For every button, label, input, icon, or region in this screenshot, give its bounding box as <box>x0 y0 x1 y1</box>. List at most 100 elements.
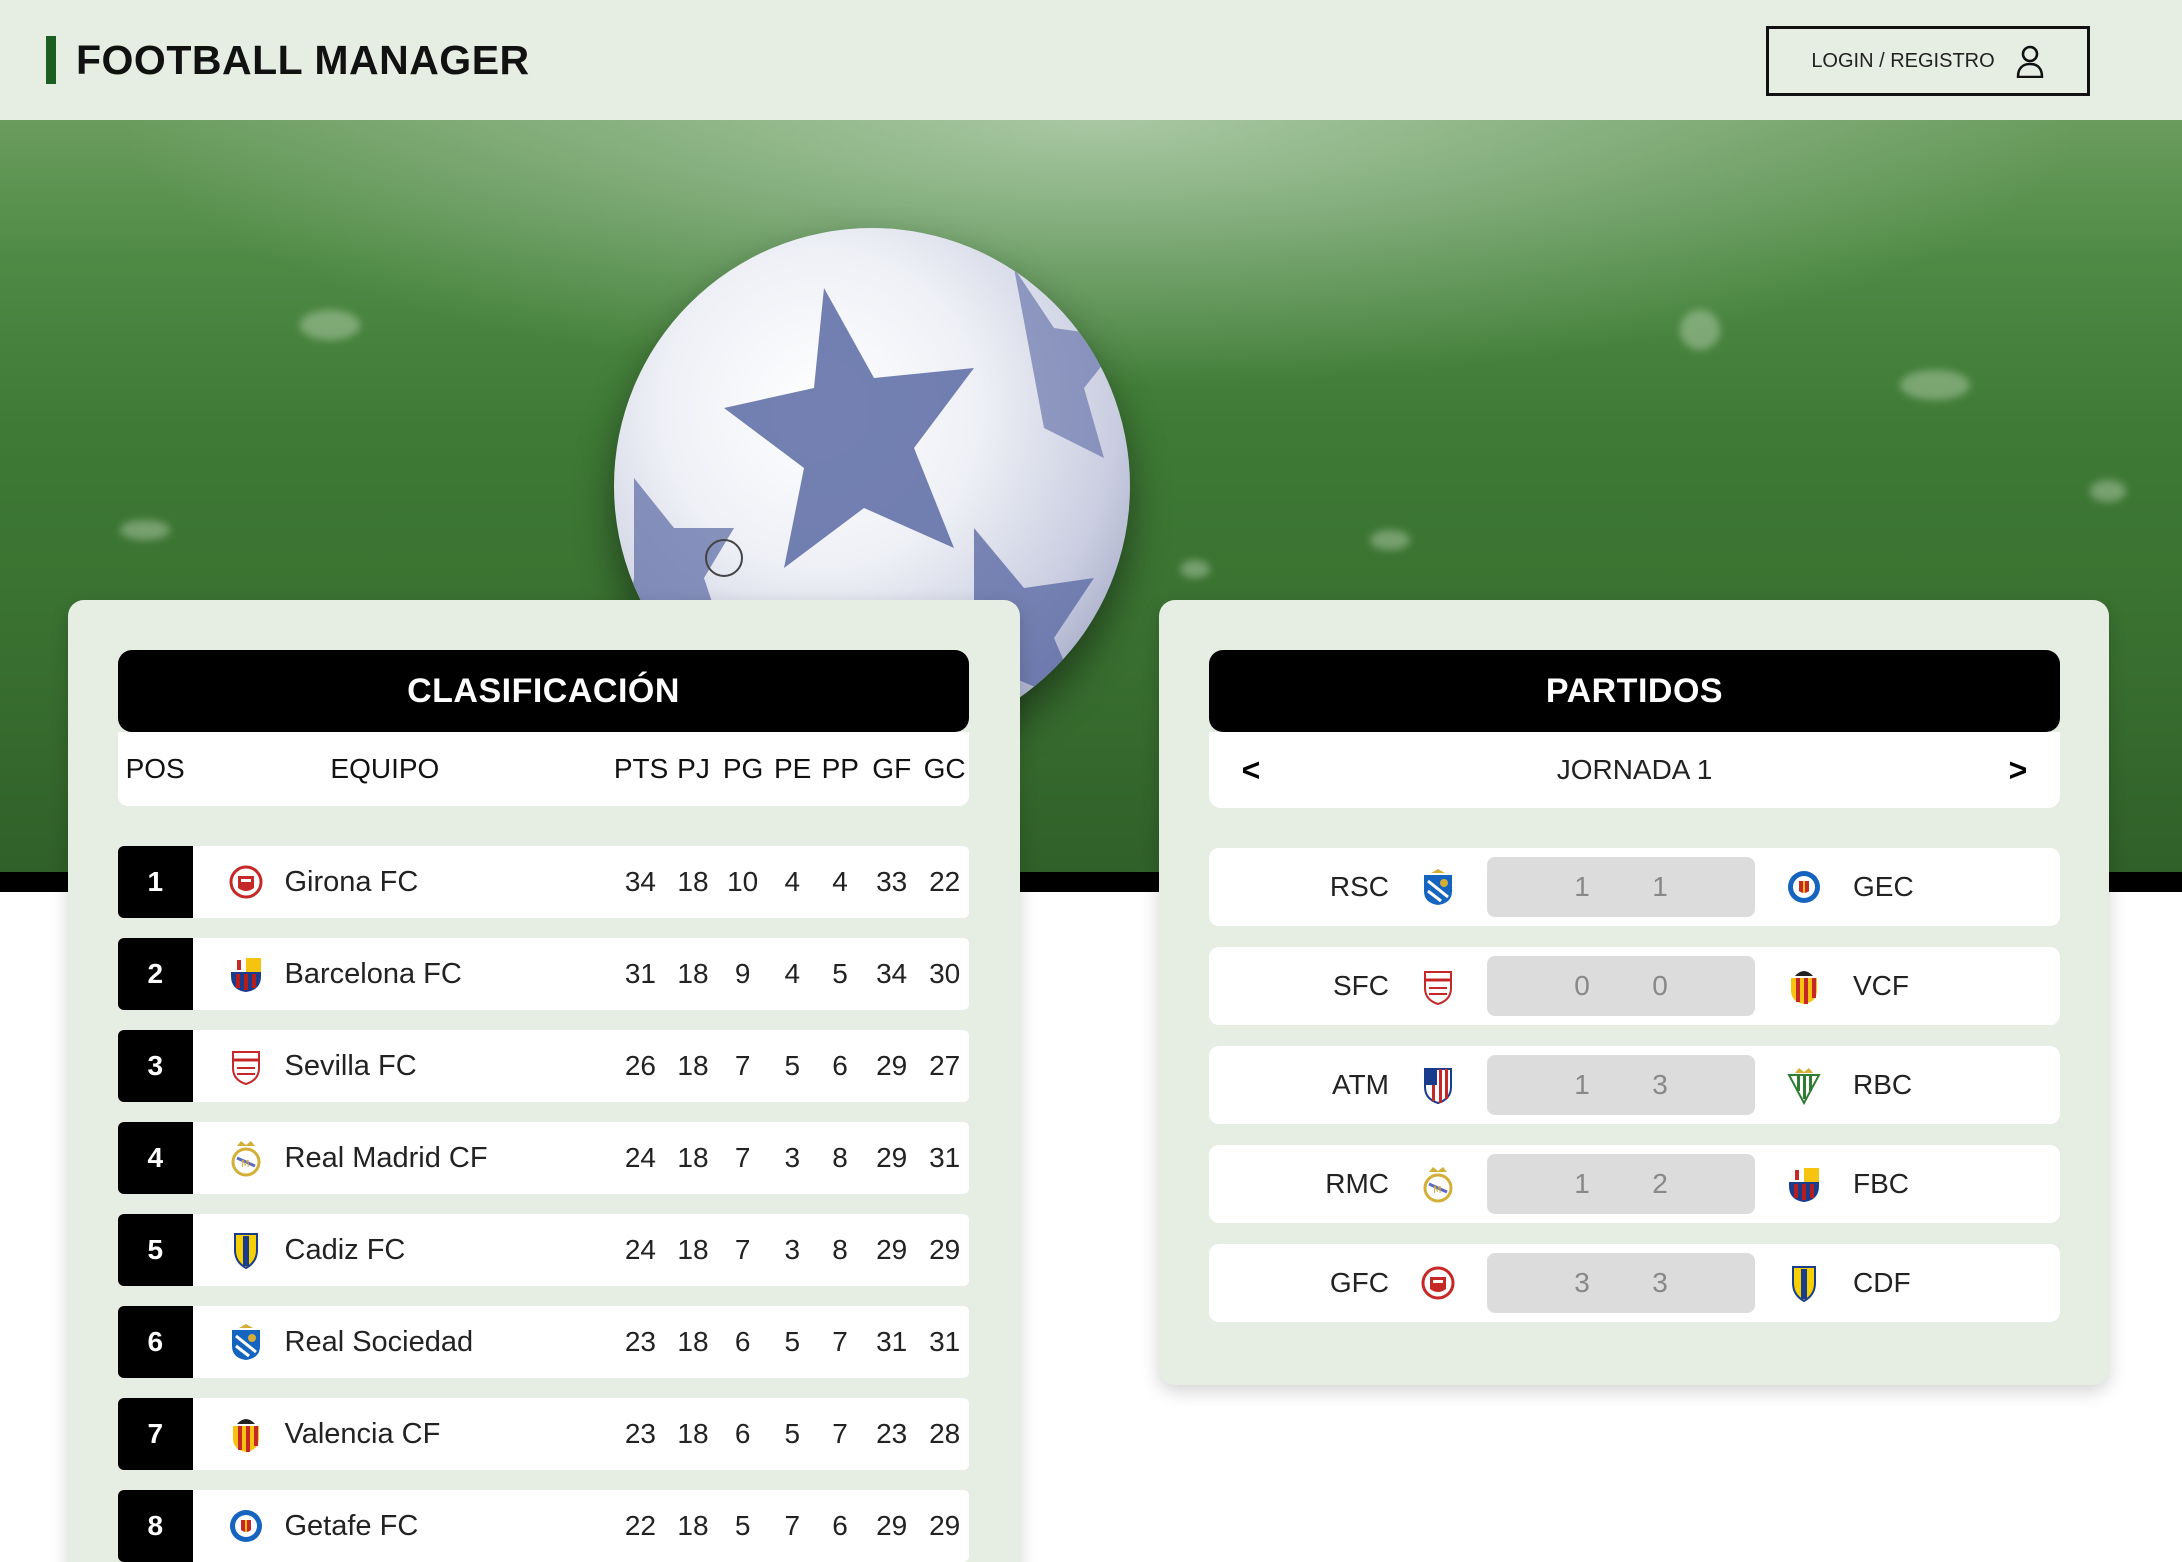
sevilla-crest-icon <box>1424 971 1452 1006</box>
team-name: Barcelona FC <box>284 957 462 990</box>
pg-cell: 5 <box>734 1510 751 1541</box>
col-pg[interactable]: PG <box>718 753 768 785</box>
girona-crest-icon <box>229 865 262 899</box>
gc-cell: 29 <box>929 1510 961 1541</box>
team-name: Valencia CF <box>284 1417 441 1450</box>
table-row[interactable]: 6 Real Sociedad 23 18 6 5 7 31 31 <box>118 1306 969 1378</box>
pg-cell: 6 <box>734 1418 751 1449</box>
pp-cell: 8 <box>832 1234 848 1265</box>
table-row[interactable]: 8 Getafe FC 22 18 5 7 6 29 29 <box>118 1490 969 1562</box>
pj-cell: 18 <box>677 1418 709 1449</box>
table-row[interactable]: 2 Barcelona FC 31 18 9 4 5 34 30 <box>118 938 969 1010</box>
bokeh <box>1680 310 1720 350</box>
getafe-crest-icon <box>229 1510 262 1542</box>
pj-cell: 18 <box>677 1142 709 1173</box>
pe-cell: 5 <box>784 1326 801 1357</box>
col-pe[interactable]: PE <box>768 753 818 785</box>
match-row[interactable]: RMC M 1 2 FBC <box>1209 1145 2060 1223</box>
page: FOOTBALL MANAGER LOGIN / REGISTRO CLASIF… <box>0 0 2182 1562</box>
svg-text:M: M <box>241 1159 250 1170</box>
round-selector: < JORNADA 1 > <box>1209 732 2060 808</box>
pe-cell: 3 <box>784 1234 801 1265</box>
valencia-crest-icon <box>232 1419 259 1452</box>
match-row[interactable]: ATM 1 3 RBC <box>1209 1046 2060 1124</box>
bokeh <box>2090 480 2126 502</box>
away-team: GEC <box>1853 871 1914 902</box>
pts-cell: 31 <box>624 958 657 989</box>
standings-card: CLASIFICACIÓN POS EQUIPO PTS PJ PG PE PP… <box>68 600 1020 1562</box>
barcelona-crest-icon <box>1789 1168 1819 1202</box>
pts-cell: 23 <box>624 1418 657 1449</box>
home-goals: 0 <box>1574 970 1590 1001</box>
match-row[interactable]: GFC 3 3 CDF <box>1209 1244 2060 1322</box>
score-box: 1 3 <box>1487 1055 1755 1115</box>
col-pts[interactable]: PTS <box>613 753 668 785</box>
table-row[interactable]: 4 M Real Madrid CF 24 18 7 3 8 29 31 <box>118 1122 969 1194</box>
gc-cell: 29 <box>929 1234 961 1265</box>
col-pp[interactable]: PP <box>817 753 863 785</box>
away-goals: 1 <box>1652 871 1668 902</box>
pp-cell: 6 <box>832 1050 848 1081</box>
pe-cell: 3 <box>784 1142 801 1173</box>
away-goals: 0 <box>1652 970 1668 1001</box>
team-name: Real Madrid CF <box>284 1141 488 1174</box>
pj-cell: 18 <box>677 958 709 989</box>
prev-round-button[interactable]: < <box>1231 752 1271 789</box>
sevilla-crest-icon <box>231 1051 260 1086</box>
pe-cell: 7 <box>784 1510 801 1541</box>
table-row[interactable]: 5 Cadiz FC 24 18 7 3 8 29 29 <box>118 1214 969 1286</box>
score-box: 1 2 <box>1487 1154 1755 1214</box>
pp-cell: 8 <box>832 1142 848 1173</box>
real-sociedad-crest-icon <box>1424 869 1452 905</box>
home-team: RMC <box>1325 1168 1389 1199</box>
team-name: Cadiz FC <box>284 1233 406 1266</box>
position-badge: 5 <box>118 1214 193 1286</box>
position-badge: 2 <box>118 938 193 1010</box>
round-label: JORNADA 1 <box>1556 754 1713 785</box>
home-team: ATM <box>1331 1069 1389 1100</box>
pp-cell: 5 <box>832 958 848 989</box>
pj-cell: 18 <box>677 1326 709 1357</box>
position-badge: 8 <box>118 1490 193 1562</box>
brand-title: FOOTBALL MANAGER <box>76 36 530 83</box>
position-badge: 1 <box>118 846 193 918</box>
col-team[interactable]: EQUIPO <box>192 753 613 785</box>
atletico-crest-icon <box>1424 1068 1452 1105</box>
login-register-button[interactable]: LOGIN / REGISTRO <box>1766 26 2090 96</box>
col-gc[interactable]: GC <box>920 753 969 785</box>
pe-cell: 5 <box>784 1050 801 1081</box>
table-row[interactable]: 1 Girona FC 34 18 10 4 4 33 22 <box>118 846 969 918</box>
pg-cell: 9 <box>734 958 751 989</box>
table-row[interactable]: 3 Sevilla FC 26 18 7 5 6 29 27 <box>118 1030 969 1102</box>
pg-cell: 6 <box>734 1326 751 1357</box>
pg-cell: 7 <box>734 1234 751 1265</box>
away-team: FBC <box>1853 1168 1909 1199</box>
home-team: RSC <box>1329 871 1389 902</box>
login-register-label: LOGIN / REGISTRO <box>1811 49 1995 72</box>
position-badge: 4 <box>118 1122 193 1194</box>
pts-cell: 26 <box>624 1050 657 1081</box>
standings-list: 1 Girona FC 34 18 10 4 4 33 22 2 Barcelo… <box>118 846 969 1562</box>
col-pos[interactable]: POS <box>118 753 192 785</box>
pts-cell: 22 <box>624 1510 657 1541</box>
bokeh <box>120 520 170 540</box>
next-round-button[interactable]: > <box>1998 752 2038 789</box>
gf-cell: 29 <box>876 1142 908 1173</box>
table-row[interactable]: 7 Valencia CF 23 18 6 5 7 23 28 <box>118 1398 969 1470</box>
gf-cell: 34 <box>876 958 908 989</box>
match-row[interactable]: SFC 0 0 VCF <box>1209 947 2060 1025</box>
col-pj[interactable]: PJ <box>669 753 719 785</box>
home-goals: 1 <box>1574 1069 1590 1100</box>
matches-title: PARTIDOS <box>1209 650 2060 732</box>
away-goals: 3 <box>1652 1267 1668 1298</box>
away-team: VCF <box>1853 970 1909 1001</box>
brand: FOOTBALL MANAGER <box>46 36 530 84</box>
match-row[interactable]: RSC 1 1 GEC <box>1209 848 2060 926</box>
user-icon <box>2016 45 2043 78</box>
real-sociedad-crest-icon <box>231 1324 260 1360</box>
col-gf[interactable]: GF <box>863 753 920 785</box>
svg-text:M: M <box>1433 1185 1442 1196</box>
real-madrid-crest-icon: M <box>231 1141 260 1177</box>
gc-cell: 31 <box>929 1142 961 1173</box>
cadiz-crest-icon <box>1792 1266 1816 1303</box>
